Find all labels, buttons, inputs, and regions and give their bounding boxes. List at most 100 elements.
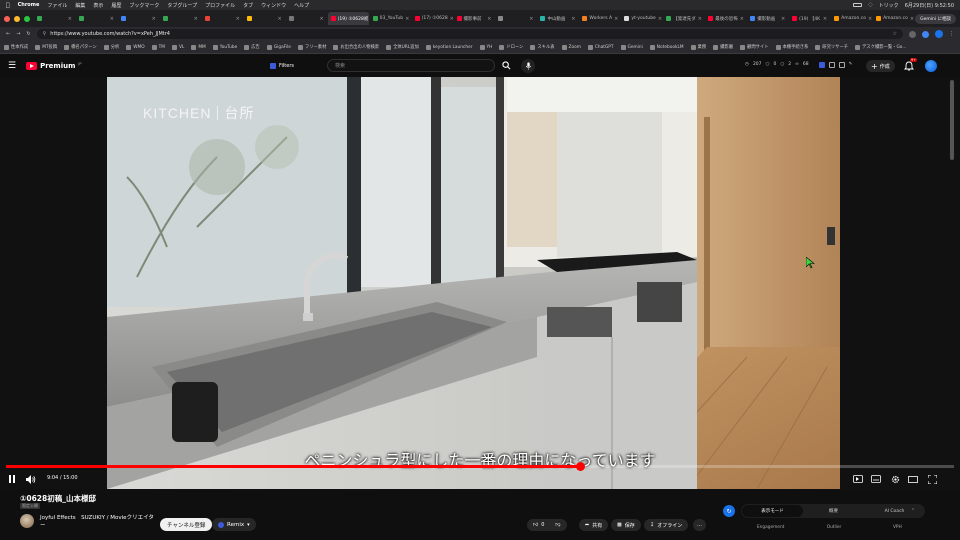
browser-tab[interactable]: × — [495, 12, 536, 25]
subscribe-button[interactable]: チャンネル登録 — [160, 518, 213, 531]
bookmark-item[interactable]: ドローン — [499, 44, 523, 50]
tab-close-icon[interactable]: × — [405, 16, 409, 22]
bookmark-item[interactable]: フリー素材 — [297, 44, 326, 50]
minimize-window-button[interactable] — [14, 15, 20, 22]
close-window-button[interactable] — [4, 15, 10, 22]
bookmark-star-icon[interactable]: ☆ — [893, 31, 897, 37]
dislike-button[interactable]: 👎︎ — [555, 522, 560, 528]
bookmark-item[interactable]: 研究リサーチ — [815, 44, 848, 50]
fullscreen-button[interactable] — [926, 473, 938, 485]
bookmark-item[interactable]: MT投稿 — [35, 44, 57, 50]
theater-mode-button[interactable] — [907, 473, 919, 485]
youtube-logo[interactable]: Premium JP — [26, 62, 82, 70]
browser-tab[interactable]: × — [34, 12, 75, 25]
bookmark-item[interactable]: MM — [191, 44, 206, 50]
profile-icon[interactable] — [935, 30, 943, 38]
video-player[interactable]: KITCHEN 台所 ペニンシュラ型にした一番の理由になっています 9:04 /… — [0, 77, 960, 489]
browser-tab[interactable]: × — [244, 12, 285, 25]
progress-bar[interactable] — [6, 462, 954, 471]
panel-tab-overview[interactable]: 概要 — [803, 508, 864, 514]
extension-icon[interactable] — [828, 62, 835, 68]
tab-close-icon[interactable]: × — [319, 16, 323, 22]
chrome-menu-icon[interactable]: ⋮ — [949, 31, 954, 37]
bookmark-item[interactable]: 撮影園 — [713, 44, 733, 50]
tab-close-icon[interactable]: × — [781, 16, 785, 22]
menu-bookmarks[interactable]: ブックマーク — [129, 2, 159, 9]
tab-close-icon[interactable]: × — [823, 16, 827, 22]
tab-close-icon[interactable]: × — [152, 16, 156, 22]
like-button[interactable]: 👍︎ 0 — [533, 522, 544, 528]
hamburger-menu-icon[interactable]: ☰ — [8, 61, 16, 71]
bookmark-item[interactable]: Gemini — [620, 44, 643, 50]
bookmark-item[interactable]: 業務 — [690, 44, 706, 50]
browser-tab[interactable]: yt-youtube × — [621, 12, 662, 25]
browser-tab[interactable]: × — [286, 12, 327, 25]
bookmark-item[interactable]: スキル表 — [530, 44, 555, 50]
back-icon[interactable]: ← — [6, 31, 10, 37]
voice-search-button[interactable] — [521, 59, 535, 73]
bookmark-item[interactable]: 顧問サイト — [740, 44, 769, 50]
menu-view[interactable]: 表示 — [93, 2, 103, 9]
bookmark-item[interactable]: 本棚手続き系 — [775, 44, 808, 50]
bookmark-item[interactable]: GigaFile — [266, 44, 291, 50]
autoplay-toggle[interactable] — [852, 473, 864, 485]
bookmark-item[interactable]: YH — [479, 44, 492, 50]
battery-icon[interactable] — [853, 3, 863, 7]
tab-close-icon[interactable]: × — [571, 16, 575, 22]
tab-close-icon[interactable]: × — [194, 16, 198, 22]
save-button[interactable]: ▩ 保存 — [611, 519, 641, 531]
bookmark-item[interactable]: ChatGPT — [587, 44, 614, 50]
tab-close-icon[interactable]: × — [68, 16, 72, 22]
extension-logo-icon[interactable]: ↻ — [723, 505, 735, 517]
tab-close-icon[interactable]: × — [450, 16, 453, 22]
apple-icon[interactable]:  — [6, 2, 10, 9]
search-button[interactable] — [497, 59, 515, 72]
bookmark-item[interactable]: 性本作成 — [4, 44, 28, 50]
extension-icon[interactable] — [922, 30, 929, 38]
panel-tab-display-mode[interactable]: 表示モード — [742, 505, 803, 517]
tab-close-icon[interactable]: × — [614, 16, 618, 22]
menu-help[interactable]: ヘルプ — [294, 2, 309, 9]
menu-history[interactable]: 履歴 — [111, 2, 121, 9]
bookmark-item[interactable]: YouTube — [212, 44, 237, 50]
share-button[interactable]: ➦ 共有 — [579, 519, 609, 531]
menubar-app-name[interactable]: Chrome — [18, 2, 40, 8]
pencil-icon[interactable]: ✎ — [849, 62, 853, 68]
zoom-window-button[interactable] — [24, 15, 30, 22]
tab-close-icon[interactable]: × — [740, 16, 744, 22]
browser-tab[interactable]: 最後の恐怖 × — [705, 12, 746, 25]
volume-button[interactable] — [25, 473, 37, 485]
tab-close-icon[interactable]: × — [236, 16, 240, 22]
account-avatar[interactable] — [925, 60, 937, 72]
menubar-clock[interactable]: 6月29日(日) 9:52:50 — [905, 2, 954, 9]
browser-tab[interactable]: (17) ①0628 × — [412, 12, 453, 25]
extension-icon[interactable] — [818, 62, 825, 68]
extension-icon[interactable] — [909, 30, 916, 38]
browser-tab[interactable]: Amazon.co × — [873, 12, 914, 25]
tab-close-icon[interactable]: × — [278, 16, 282, 22]
browser-tab[interactable]: Amazon.co × — [831, 12, 872, 25]
bookmark-item[interactable]: 橋名パターン — [64, 44, 97, 50]
wifi-icon[interactable]: ◌ — [868, 2, 872, 8]
page-scrollbar[interactable] — [950, 80, 954, 160]
bookmark-item[interactable]: 全体URL追加 — [386, 44, 419, 50]
tab-close-icon[interactable]: × — [110, 16, 114, 22]
filters-button[interactable]: Filters — [265, 59, 299, 72]
extension-icon[interactable] — [838, 62, 845, 68]
forward-icon[interactable]: → — [16, 31, 20, 37]
create-button[interactable]: + 作成 — [866, 60, 895, 72]
menubar-user[interactable]: トリック — [879, 2, 899, 9]
browser-tab[interactable]: × — [118, 12, 159, 25]
browser-tab[interactable]: × — [76, 12, 117, 25]
bookmark-item[interactable]: Zoom — [561, 44, 581, 50]
settings-button[interactable] — [889, 473, 901, 485]
reload-icon[interactable]: ↻ — [26, 31, 30, 37]
tab-close-icon[interactable]: × — [529, 16, 533, 22]
browser-tab[interactable]: 【発達先ダ × — [663, 12, 704, 25]
channel-avatar[interactable] — [20, 514, 34, 528]
bookmark-item[interactable]: 分析 — [103, 44, 119, 50]
menu-file[interactable]: ファイル — [47, 2, 67, 9]
bookmark-item[interactable]: keyotion Launcher — [425, 44, 473, 50]
more-actions-button[interactable]: … — [693, 519, 706, 531]
browser-tab[interactable]: 03_YouTub × — [370, 12, 411, 25]
